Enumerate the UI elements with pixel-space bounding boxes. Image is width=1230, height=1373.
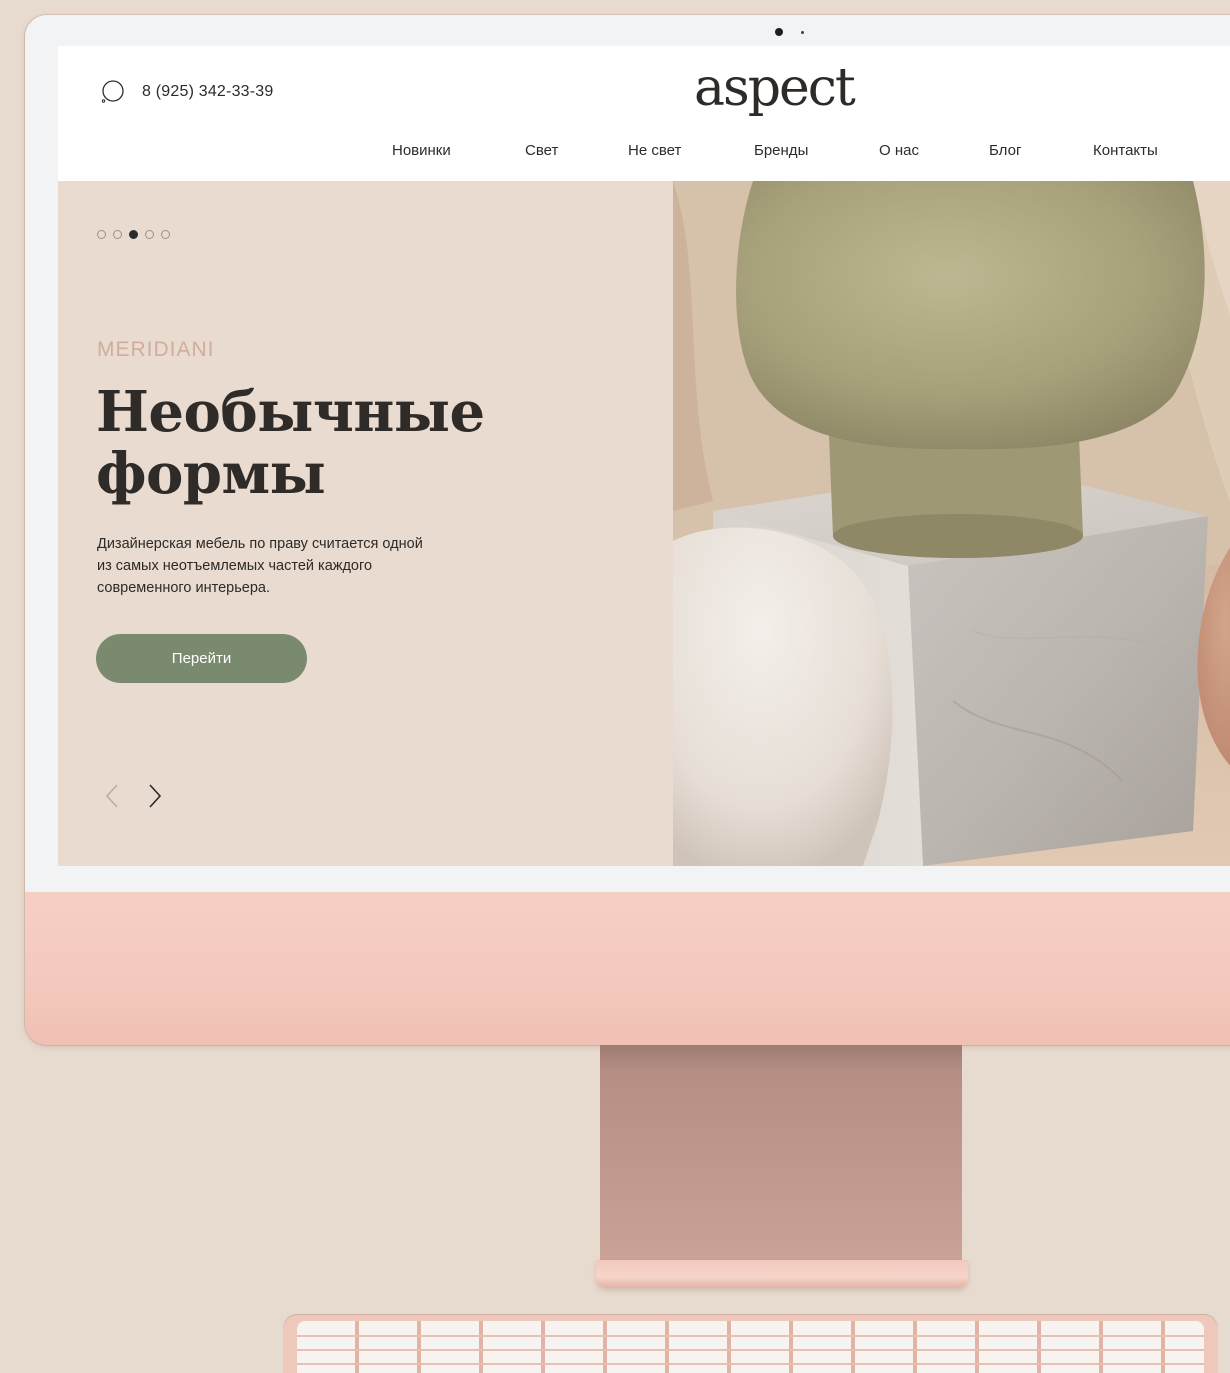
nav-item-not-light[interactable]: Не свет	[628, 142, 681, 159]
imac-monitor: 8 (925) 342-33-39 aspect Новинки Свет Не…	[25, 15, 1230, 1045]
keyboard-keys	[297, 1321, 1204, 1373]
keyboard	[283, 1315, 1218, 1373]
phone-contact[interactable]: 8 (925) 342-33-39	[100, 80, 274, 104]
hero-title: Необычные формы	[96, 379, 485, 507]
slider-dot-active[interactable]	[129, 230, 138, 239]
chevron-left-icon[interactable]	[102, 781, 124, 811]
slider-dot[interactable]	[145, 230, 154, 239]
screen-bezel: 8 (925) 342-33-39 aspect Новинки Свет Не…	[25, 15, 1230, 892]
key-row-divider	[297, 1363, 1204, 1365]
hero-product-image	[673, 181, 1230, 866]
hero-text-panel: MERIDIANI Необычные формы Дизайнерская м…	[58, 181, 673, 866]
nav-item-about[interactable]: О нас	[879, 142, 919, 159]
phone-icon	[100, 80, 124, 104]
site-logo[interactable]: aspect	[694, 58, 856, 118]
brand-label: MERIDIANI	[97, 338, 215, 361]
camera-sensor	[801, 31, 804, 34]
nav-item-new[interactable]: Новинки	[392, 142, 451, 159]
camera	[775, 28, 783, 36]
slider-dot[interactable]	[161, 230, 170, 239]
imac-chin	[25, 892, 1230, 1045]
main-navigation: Новинки Свет Не свет Бренды О нас Блог К…	[58, 142, 1230, 164]
nav-item-light[interactable]: Свет	[525, 142, 558, 159]
slider-pagination	[97, 230, 170, 239]
chevron-right-icon[interactable]	[144, 781, 166, 811]
phone-number[interactable]: 8 (925) 342-33-39	[142, 83, 274, 101]
key-row-divider	[297, 1335, 1204, 1337]
nav-item-brands[interactable]: Бренды	[754, 142, 808, 159]
hero-description: Дизайнерская мебель по праву считается о…	[97, 536, 423, 596]
go-button[interactable]: Перейти	[96, 634, 307, 683]
website-screen: 8 (925) 342-33-39 aspect Новинки Свет Не…	[58, 46, 1230, 866]
hero-slider: MERIDIANI Необычные формы Дизайнерская м…	[58, 181, 1230, 866]
slider-dot[interactable]	[113, 230, 122, 239]
imac-stand-foot	[596, 1260, 968, 1288]
slider-dot[interactable]	[97, 230, 106, 239]
nav-item-contacts[interactable]: Контакты	[1093, 142, 1158, 159]
furniture-photo	[673, 181, 1230, 866]
nav-item-blog[interactable]: Блог	[989, 142, 1021, 159]
site-header: 8 (925) 342-33-39 aspect Новинки Свет Не…	[58, 46, 1230, 181]
key-row-divider	[297, 1349, 1204, 1351]
imac-stand	[600, 1045, 962, 1270]
